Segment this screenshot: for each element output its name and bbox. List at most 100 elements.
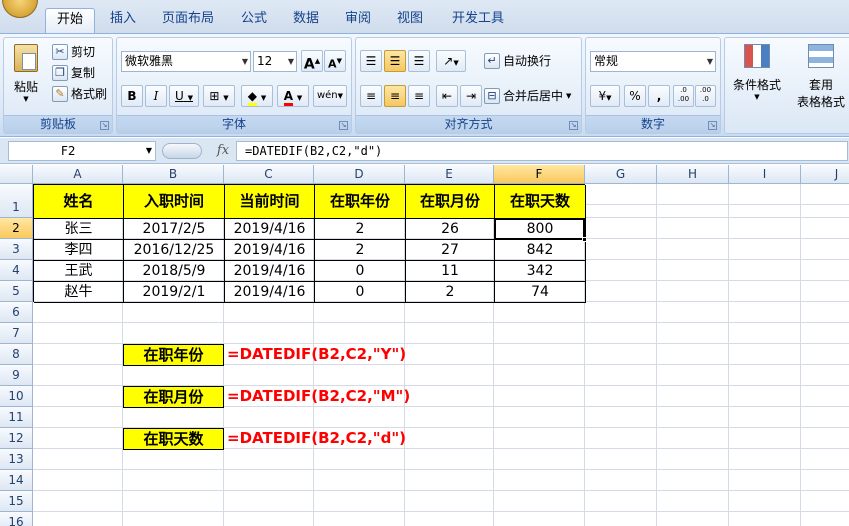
- table-cell[interactable]: 342: [495, 261, 586, 282]
- row-header-1[interactable]: 1: [0, 184, 33, 218]
- tab-review[interactable]: 审阅: [336, 8, 380, 32]
- copy-button[interactable]: ❐ 复制: [52, 63, 95, 83]
- table-cell[interactable]: 0: [315, 282, 406, 303]
- decrease-decimal-button[interactable]: .00 .0: [695, 85, 716, 107]
- conditional-formatting-button[interactable]: 条件格式 ▼: [729, 42, 785, 112]
- table-cell[interactable]: 74: [495, 282, 586, 303]
- row-header-4[interactable]: 4: [0, 260, 33, 281]
- dialog-launcher-icon[interactable]: ↘: [339, 121, 348, 130]
- phonetic-button[interactable]: wén▼: [313, 85, 347, 107]
- table-cell[interactable]: 2: [406, 282, 495, 303]
- row-header-6[interactable]: 6: [0, 302, 33, 323]
- tab-page-layout[interactable]: 页面布局: [153, 8, 223, 32]
- orientation-button[interactable]: ↗▼: [436, 50, 466, 72]
- table-cell[interactable]: 26: [406, 219, 495, 240]
- column-header-i[interactable]: I: [729, 165, 801, 184]
- select-all-corner[interactable]: [0, 165, 33, 184]
- align-top-button[interactable]: ☰: [360, 50, 382, 72]
- row-header-5[interactable]: 5: [0, 281, 33, 302]
- table-cell[interactable]: 2019/4/16: [225, 282, 315, 303]
- row-header-3[interactable]: 3: [0, 239, 33, 260]
- row-header-12[interactable]: 12: [0, 428, 33, 449]
- table-cell[interactable]: 2018/5/9: [124, 261, 225, 282]
- column-header-a[interactable]: A: [33, 165, 123, 184]
- row-header-10[interactable]: 10: [0, 386, 33, 407]
- formula-bar-resize-handle[interactable]: [162, 143, 202, 159]
- align-bottom-button[interactable]: ☰: [408, 50, 430, 72]
- column-header-d[interactable]: D: [314, 165, 405, 184]
- font-color-button[interactable]: A ▼: [277, 85, 309, 107]
- increase-decimal-button[interactable]: .0 .00: [673, 85, 694, 107]
- row-header-2[interactable]: 2: [0, 218, 33, 239]
- column-header-b[interactable]: B: [123, 165, 224, 184]
- table-cell[interactable]: 27: [406, 240, 495, 261]
- table-cell[interactable]: 赵牛: [34, 282, 124, 303]
- row-header-15[interactable]: 15: [0, 491, 33, 512]
- dialog-launcher-icon[interactable]: ↘: [569, 121, 578, 130]
- underline-button[interactable]: U ▼: [169, 85, 199, 107]
- column-header-g[interactable]: G: [585, 165, 657, 184]
- table-header-cell[interactable]: 姓名: [34, 185, 124, 219]
- borders-button[interactable]: ⊞ ▼: [203, 85, 235, 107]
- align-right-button[interactable]: ≡: [408, 85, 430, 107]
- table-header-cell[interactable]: 入职时间: [124, 185, 225, 219]
- align-middle-button[interactable]: ☰: [384, 50, 406, 72]
- fill-color-button[interactable]: ◆ ▼: [241, 85, 273, 107]
- tab-developer[interactable]: 开发工具: [442, 8, 514, 32]
- table-cell[interactable]: 2019/4/16: [225, 240, 315, 261]
- column-header-e[interactable]: E: [405, 165, 494, 184]
- row-header-11[interactable]: 11: [0, 407, 33, 428]
- grow-font-button[interactable]: A▲: [301, 50, 323, 73]
- note-formula-months[interactable]: =DATEDIF(B2,C2,"M"): [224, 386, 424, 407]
- table-cell[interactable]: 2016/12/25: [124, 240, 225, 261]
- tab-data[interactable]: 数据: [284, 8, 328, 32]
- tab-home[interactable]: 开始: [45, 8, 95, 34]
- formula-input[interactable]: =DATEDIF(B2,C2,"d"): [236, 141, 848, 161]
- cut-button[interactable]: ✂ 剪切: [52, 42, 95, 62]
- table-cell[interactable]: 张三: [34, 219, 124, 240]
- tab-view[interactable]: 视图: [388, 8, 432, 32]
- note-formula-years[interactable]: =DATEDIF(B2,C2,"Y"): [224, 344, 424, 365]
- decrease-indent-button[interactable]: ⇤: [436, 85, 458, 107]
- paste-button[interactable]: 粘贴 ▼: [8, 42, 44, 112]
- row-header-16[interactable]: 16: [0, 512, 33, 526]
- table-cell[interactable]: 2019/2/1: [124, 282, 225, 303]
- font-name-select[interactable]: 微软雅黑 ▼: [121, 51, 251, 72]
- table-cell[interactable]: 2017/2/5: [124, 219, 225, 240]
- note-label-months[interactable]: 在职月份: [123, 386, 224, 408]
- accounting-format-button[interactable]: ¥▼: [590, 85, 620, 107]
- comma-style-button[interactable]: ,: [648, 85, 670, 107]
- note-label-days[interactable]: 在职天数: [123, 428, 224, 450]
- table-cell[interactable]: 0: [315, 261, 406, 282]
- table-cell[interactable]: 2: [315, 219, 406, 240]
- table-header-cell[interactable]: 当前时间: [225, 185, 315, 219]
- table-header-cell[interactable]: 在职年份: [315, 185, 406, 219]
- table-header-cell[interactable]: 在职月份: [406, 185, 495, 219]
- table-cell[interactable]: 2019/4/16: [225, 219, 315, 240]
- office-button[interactable]: [2, 0, 38, 18]
- row-header-8[interactable]: 8: [0, 344, 33, 365]
- note-label-years[interactable]: 在职年份: [123, 344, 224, 366]
- row-header-13[interactable]: 13: [0, 449, 33, 470]
- dialog-launcher-icon[interactable]: ↘: [100, 121, 109, 130]
- table-cell[interactable]: 2: [315, 240, 406, 261]
- align-center-button[interactable]: ≡: [384, 85, 406, 107]
- tab-insert[interactable]: 插入: [101, 8, 145, 32]
- name-box[interactable]: F2 ▼: [8, 141, 156, 161]
- shrink-font-button[interactable]: A▼: [324, 50, 346, 72]
- font-size-select[interactable]: 12 ▼: [253, 51, 297, 72]
- italic-button[interactable]: I: [145, 85, 167, 107]
- row-header-9[interactable]: 9: [0, 365, 33, 386]
- table-cell[interactable]: 2019/4/16: [225, 261, 315, 282]
- table-cell[interactable]: 李四: [34, 240, 124, 261]
- insert-function-button[interactable]: fx: [212, 141, 234, 161]
- tab-formulas[interactable]: 公式: [232, 8, 276, 32]
- column-header-f[interactable]: F: [494, 165, 585, 184]
- table-cell[interactable]: 842: [495, 240, 586, 261]
- table-header-cell[interactable]: 在职天数: [495, 185, 586, 219]
- align-left-button[interactable]: ≡: [360, 85, 382, 107]
- dialog-launcher-icon[interactable]: ↘: [708, 121, 717, 130]
- note-formula-days[interactable]: =DATEDIF(B2,C2,"d"): [224, 428, 424, 449]
- table-cell[interactable]: 800: [495, 219, 586, 240]
- table-cell[interactable]: 11: [406, 261, 495, 282]
